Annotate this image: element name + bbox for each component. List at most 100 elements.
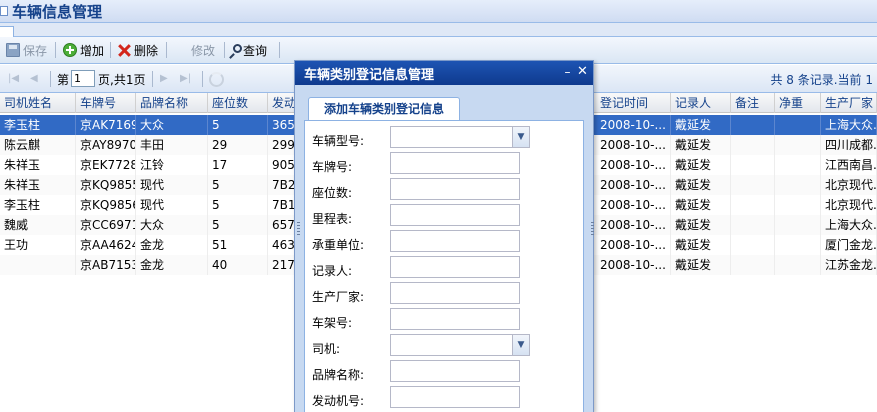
table-cell-seats: 17 [208,155,268,175]
form-row: 车架号: [305,308,583,334]
table-cell-brand: 丰田 [136,135,208,155]
table-cell-date: 2008-10-... [596,255,671,275]
table-cell-plate: 京AB7153 [76,255,136,275]
registration-dialog: 车辆类别登记信息管理 – ✕ 添加车辆类别登记信息 车辆型号: ▼ 车牌号: 座位数:… [294,60,594,412]
page-prefix: 第 [57,73,70,87]
column-header[interactable]: 登记时间 [596,93,671,113]
field-input[interactable] [390,152,520,174]
delete-button[interactable]: 删除 [117,41,158,59]
search-icon [233,43,242,53]
toolbar-separator [110,42,111,58]
table-cell-brand: 金龙 [136,255,208,275]
table-cell-date: 2008-10-... [596,235,671,255]
table-cell-recorder: 戴延发 [671,215,731,235]
field-label: 生产厂家: [312,290,365,304]
table-cell-weight [775,255,821,275]
column-header[interactable]: 车牌号 [76,93,136,113]
field-input[interactable] [390,204,520,226]
table-cell-note [731,135,775,155]
form-row: 承重单位: [305,230,583,256]
prev-page-icon[interactable]: ◀ [30,73,42,85]
column-header[interactable]: 品牌名称 [136,93,208,113]
column-header[interactable]: 备注 [731,93,775,113]
column-header[interactable]: 司机姓名 [0,93,76,113]
field-label: 座位数: [312,186,353,200]
table-cell-driver: 朱祥玉 [0,175,76,195]
table-cell-date: 2008-10-... [596,115,671,135]
field-select[interactable]: ▼ [390,334,530,356]
minimize-icon[interactable]: – [561,65,574,79]
pager-separator [152,71,153,87]
table-cell-weight [775,175,821,195]
table-cell-maker: 上海大众... [821,215,877,235]
chevron-down-icon[interactable]: ▼ [512,127,529,147]
column-header[interactable]: 记录人 [671,93,731,113]
page-icon [0,6,8,16]
field-label: 车牌号: [312,160,353,174]
table-cell-note [731,155,775,175]
field-label: 品牌名称: [312,368,365,382]
chevron-down-icon[interactable]: ▼ [512,335,529,355]
splitter-handle[interactable] [591,222,594,236]
table-cell-maker: 北京现代... [821,195,877,215]
field-input[interactable] [390,178,520,200]
edit-button[interactable]: 修改 [191,41,215,59]
table-cell-driver: 李玉柱 [0,115,76,135]
next-page-icon[interactable]: ▶ [160,73,172,85]
field-label: 车辆型号: [312,134,365,148]
field-label: 发动机号: [312,394,365,408]
refresh-icon[interactable] [209,72,224,87]
add-icon [63,43,77,57]
table-cell-plate: 京AY8970 [76,135,136,155]
pager-separator [50,71,51,87]
splitter-handle[interactable] [297,222,300,236]
table-cell-recorder: 戴延发 [671,135,731,155]
table-cell-note [731,115,775,135]
column-header[interactable]: 座位数 [208,93,268,113]
dialog-header[interactable]: 车辆类别登记信息管理 – ✕ [295,61,593,85]
column-header[interactable]: 净重 [775,93,821,113]
tab-add-vehicle-registration[interactable]: 添加车辆类别登记信息 [308,97,460,121]
field-input[interactable] [390,360,520,382]
form-row: 里程表: [305,204,583,230]
first-page-icon[interactable]: |◀ [8,73,20,85]
save-button[interactable]: 保存 [6,41,47,59]
page-number-input[interactable] [71,70,95,87]
table-cell-seats: 5 [208,175,268,195]
table-cell-recorder: 戴延发 [671,235,731,255]
table-cell-weight [775,115,821,135]
table-cell-plate: 京EK7728 [76,155,136,175]
last-page-icon[interactable]: ▶| [180,73,192,85]
field-select[interactable]: ▼ [390,126,530,148]
field-input[interactable] [390,386,520,408]
table-cell-driver: 李玉柱 [0,195,76,215]
add-button[interactable]: 增加 [63,41,104,59]
table-cell-maker: 北京现代... [821,175,877,195]
table-cell-brand: 大众 [136,215,208,235]
table-cell-recorder: 戴延发 [671,175,731,195]
query-button[interactable]: 查询 [231,41,267,59]
field-label: 车架号: [312,316,353,330]
table-cell-seats: 5 [208,195,268,215]
form-row: 座位数: [305,178,583,204]
table-cell-driver [0,255,76,275]
pager-separator [202,71,203,87]
field-input[interactable] [390,256,520,278]
table-cell-note [731,255,775,275]
table-cell-weight [775,215,821,235]
field-input[interactable] [390,308,520,330]
table-cell-weight [775,195,821,215]
field-input[interactable] [390,230,520,252]
tab-stub[interactable] [0,26,14,37]
toolbar-separator [55,42,56,58]
table-cell-driver: 陈云麒 [0,135,76,155]
tab-strip [0,23,877,37]
field-input[interactable] [390,282,520,304]
column-header[interactable]: 生产厂家 [821,93,877,113]
table-cell-driver: 魏威 [0,215,76,235]
table-cell-date: 2008-10-... [596,135,671,155]
form-row: 车辆型号: ▼ [305,126,583,152]
table-cell-seats: 5 [208,115,268,135]
close-icon[interactable]: ✕ [576,65,589,79]
delete-icon [117,43,131,57]
